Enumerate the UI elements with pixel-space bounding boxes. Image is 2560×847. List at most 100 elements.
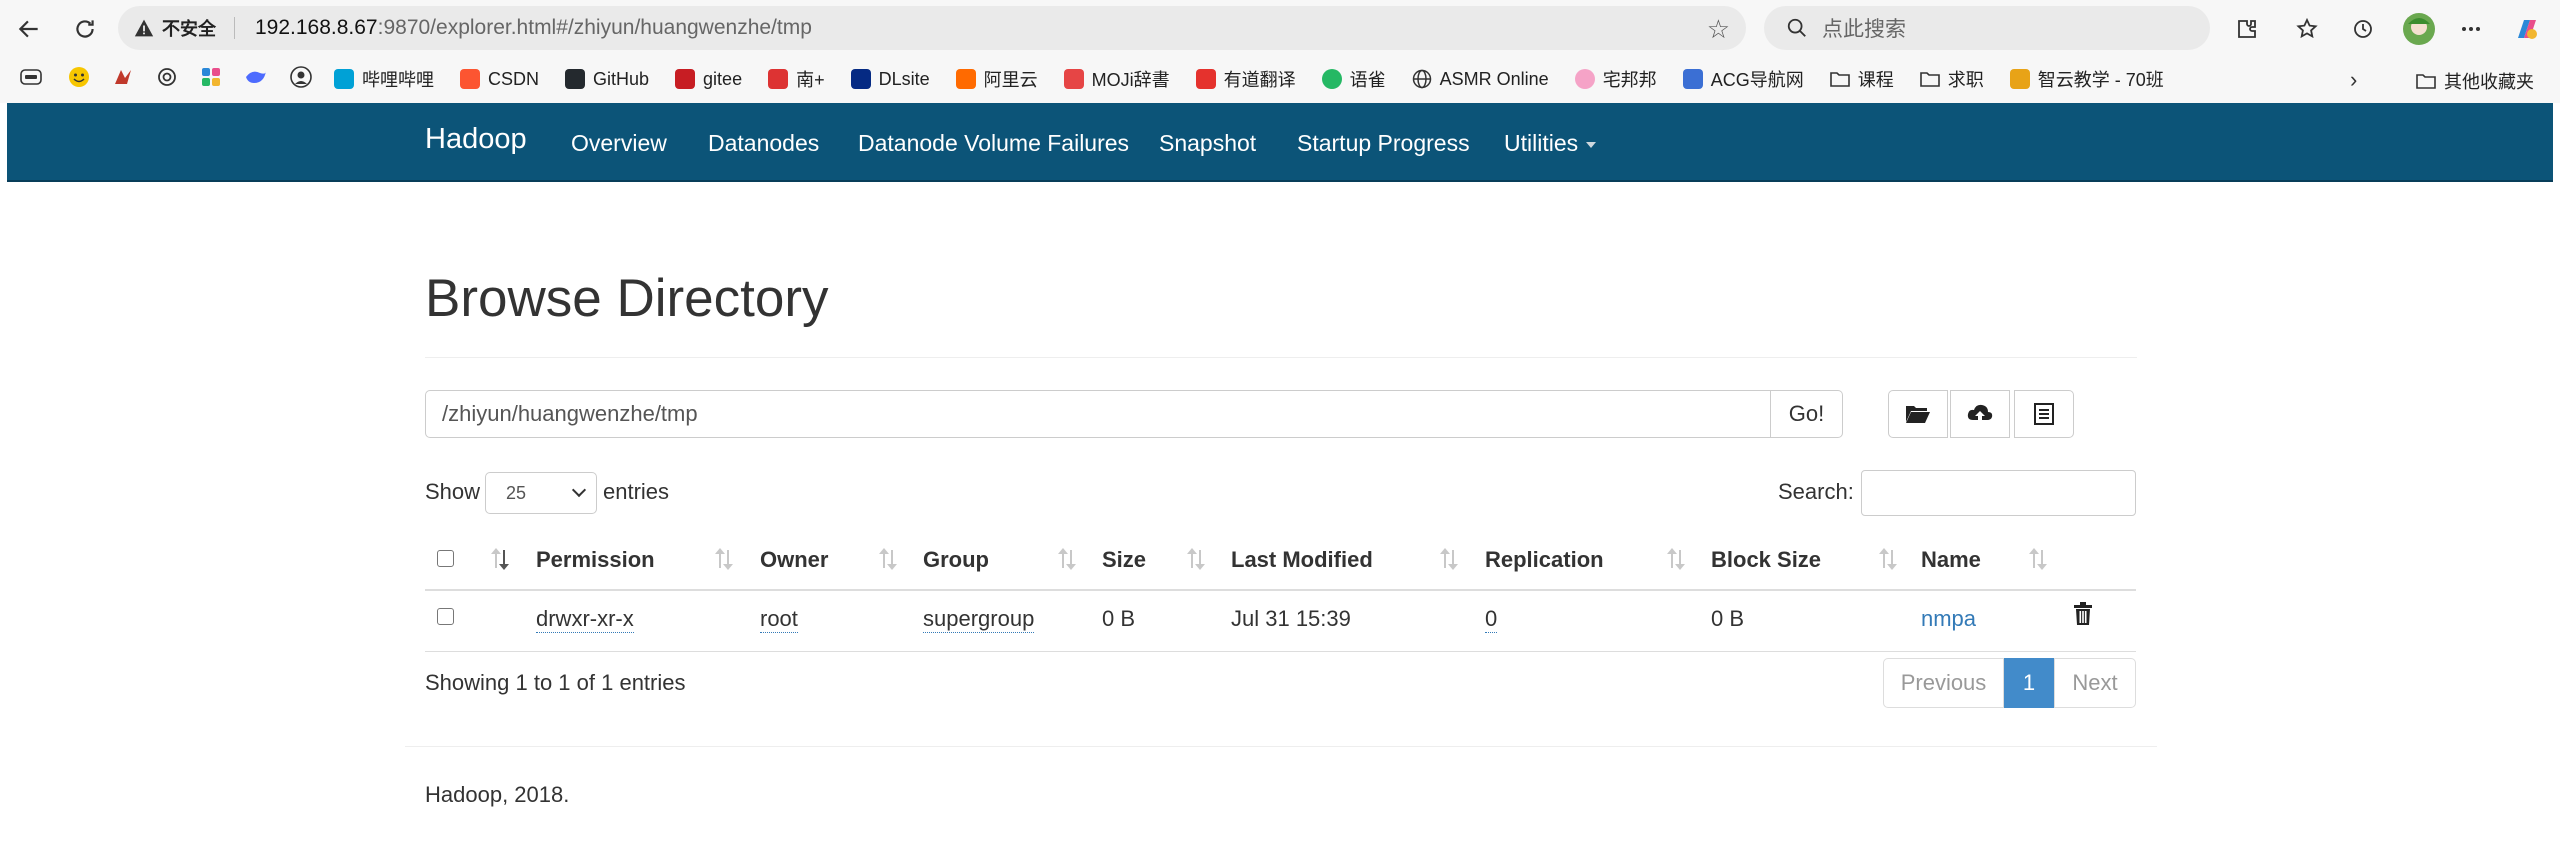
favorites-icon[interactable] — [2288, 10, 2326, 48]
bookmark-item[interactable]: 课程 — [1829, 66, 1894, 92]
create-directory-button[interactable] — [1888, 390, 1948, 438]
bookmark-user-icon[interactable] — [290, 65, 312, 93]
table-row-divider — [425, 651, 2136, 652]
pagination-page-1[interactable]: 1 — [2004, 658, 2054, 708]
go-button[interactable]: Go! — [1771, 390, 1843, 438]
back-arrow-icon[interactable] — [10, 10, 48, 48]
show-label: Show — [425, 479, 481, 504]
zhiyun-icon — [2009, 69, 2030, 89]
sort-group-icon[interactable] — [1057, 546, 1077, 572]
col-header-permission[interactable]: Permission — [536, 547, 655, 573]
bookmark-item[interactable]: gitee — [675, 69, 742, 90]
col-header-replication[interactable]: Replication — [1485, 547, 1604, 573]
security-label: 不安全 — [162, 19, 216, 39]
cell-size: 0 B — [1102, 606, 1136, 631]
bookmark-item[interactable]: ASMR Online — [1412, 69, 1549, 90]
col-header-last-modified[interactable]: Last Modified — [1231, 547, 1373, 573]
bookmark-item[interactable]: 阿里云 — [955, 66, 1038, 92]
delete-trash-icon[interactable] — [2073, 602, 2093, 631]
table-search-input[interactable] — [1861, 470, 2136, 516]
bookmark-openai-icon[interactable] — [156, 66, 178, 93]
bookmark-item[interactable]: 语雀 — [1321, 66, 1386, 92]
bookmark-label: ASMR Online — [1439, 68, 1549, 89]
sort-replication-icon[interactable] — [1666, 546, 1686, 572]
title-divider — [425, 357, 2137, 358]
entries-per-page-select[interactable]: 25 — [485, 472, 597, 514]
pagination-next-button[interactable]: Next — [2054, 658, 2136, 708]
cut-paste-button[interactable] — [2014, 390, 2074, 438]
copilot-icon[interactable] — [2508, 10, 2546, 48]
zhaibangbang-icon — [1574, 69, 1595, 89]
bookmark-item[interactable]: ACG导航网 — [1682, 66, 1804, 92]
bookmark-label: 有道翻译 — [1223, 70, 1296, 90]
bookmark-item[interactable]: 哔哩哔哩 — [334, 66, 434, 92]
sort-last-modified-icon[interactable] — [1439, 546, 1459, 572]
yuque-icon — [1321, 69, 1342, 89]
more-menu-icon[interactable] — [2452, 10, 2490, 48]
bookmark-label: 哔哩哔哩 — [362, 70, 434, 90]
col-header-group[interactable]: Group — [923, 547, 989, 573]
sort-owner-icon[interactable] — [878, 546, 898, 572]
cell-name-link[interactable]: nmpa — [1921, 606, 1976, 632]
bookmarks-overflow-chevron-icon[interactable]: › — [2350, 67, 2357, 93]
history-icon[interactable] — [2344, 10, 2382, 48]
other-bookmarks-label: 其他收藏夹 — [2444, 72, 2534, 92]
profile-avatar-icon[interactable] — [2400, 10, 2438, 48]
aliyun-icon — [955, 69, 976, 89]
bookmark-copilot-icon[interactable] — [200, 66, 222, 93]
bookmark-emoji-icon[interactable] — [68, 66, 90, 93]
bookmark-item[interactable]: DLsite — [850, 68, 930, 90]
bookmark-label: MOJi辞書 — [1091, 70, 1170, 90]
navbar-brand[interactable]: Hadoop — [425, 123, 527, 156]
table-info-text: Showing 1 to 1 of 1 entries — [425, 670, 686, 695]
nav-snapshot[interactable]: Snapshot — [1159, 130, 1256, 157]
bookmark-item[interactable]: 宅邦邦 — [1574, 66, 1657, 92]
bookmark-label: DLsite — [878, 68, 930, 89]
bookmark-red-logo-icon[interactable] — [112, 66, 134, 93]
security-warning[interactable]: 不安全 — [134, 15, 216, 41]
bookmark-label: 智云教学 - 70班 — [2037, 70, 2164, 90]
address-bar[interactable]: 不安全 192.168.8.67:9870/explorer.html#/zhi… — [118, 6, 1746, 50]
col-header-name[interactable]: Name — [1921, 547, 1981, 573]
select-all-checkbox[interactable] — [437, 550, 454, 567]
bookmark-item[interactable]: 南+ — [768, 66, 825, 92]
nav-startup-progress[interactable]: Startup Progress — [1297, 130, 1470, 157]
cloud-upload-icon — [1967, 404, 1993, 423]
col-header-block-size[interactable]: Block Size — [1711, 547, 1821, 573]
directory-path-input[interactable]: /zhiyun/huangwenzhe/tmp — [425, 390, 1771, 438]
other-bookmarks-folder[interactable]: 其他收藏夹 — [2416, 68, 2534, 94]
cell-replication[interactable]: 0 — [1485, 606, 1498, 633]
nav-utilities-dropdown[interactable]: Utilities — [1504, 130, 1597, 157]
nav-datanode-volume-failures[interactable]: Datanode Volume Failures — [858, 130, 1129, 157]
browser-search-bar[interactable]: 点此搜索 — [1764, 6, 2210, 50]
bookmark-deepseek-icon[interactable] — [244, 67, 268, 92]
bookmark-item[interactable]: GitHub — [565, 69, 649, 90]
footer-divider — [405, 746, 2157, 747]
upload-button[interactable] — [1950, 390, 2010, 438]
bookmark-item[interactable]: 求职 — [1919, 66, 1984, 92]
cell-permission[interactable]: drwxr-xr-x — [536, 606, 634, 633]
bookmark-item[interactable]: 有道翻译 — [1195, 66, 1296, 92]
browser-search-placeholder: 点此搜索 — [1822, 18, 1906, 41]
sort-permission-icon[interactable] — [714, 546, 734, 572]
url-text[interactable]: 192.168.8.67:9870/explorer.html#/zhiyun/… — [255, 16, 812, 40]
sort-checkbox-column-icon[interactable] — [490, 546, 510, 572]
col-header-size[interactable]: Size — [1102, 547, 1146, 573]
col-header-owner[interactable]: Owner — [760, 547, 828, 573]
row-select-checkbox[interactable] — [437, 608, 454, 625]
favorite-star-icon[interactable]: ☆ — [1707, 14, 1730, 45]
nav-overview[interactable]: Overview — [571, 130, 667, 157]
cell-group[interactable]: supergroup — [923, 606, 1035, 633]
pagination-previous-button[interactable]: Previous — [1883, 658, 2004, 708]
bookmark-ticket-icon[interactable] — [20, 68, 42, 90]
sort-block-size-icon[interactable] — [1878, 546, 1898, 572]
bookmark-item[interactable]: 智云教学 - 70班 — [2009, 66, 2164, 92]
extensions-icon[interactable] — [2228, 10, 2266, 48]
reload-icon[interactable] — [66, 10, 104, 48]
bookmark-item[interactable]: CSDN — [460, 69, 539, 90]
sort-size-icon[interactable] — [1186, 546, 1206, 572]
sort-name-icon[interactable] — [2028, 546, 2048, 572]
nav-datanodes[interactable]: Datanodes — [708, 130, 819, 157]
cell-owner[interactable]: root — [760, 606, 798, 633]
bookmark-item[interactable]: MOJi辞書 — [1063, 66, 1170, 92]
